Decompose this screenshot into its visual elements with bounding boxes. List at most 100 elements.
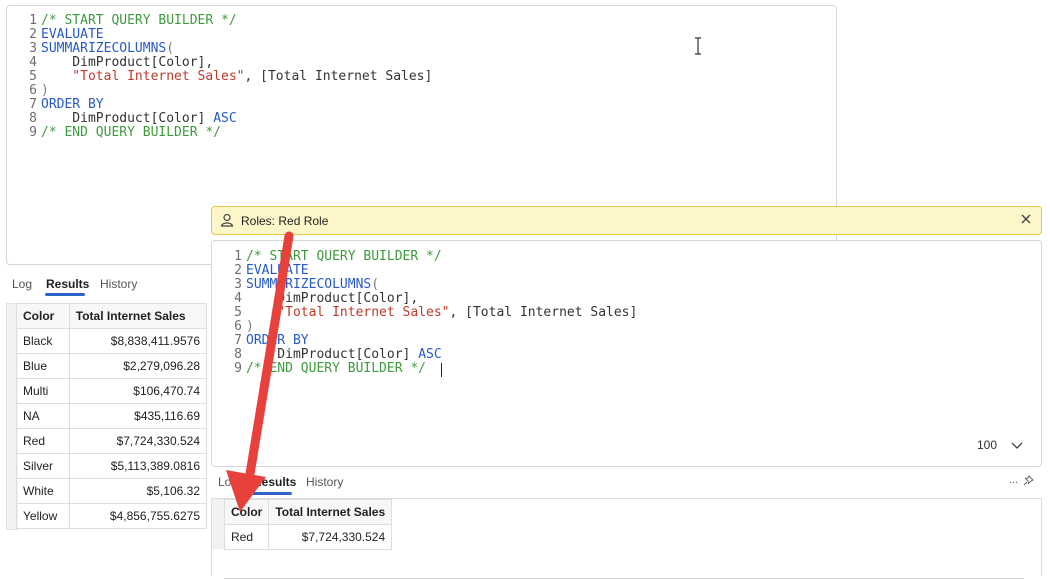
code-token: EVALUATE (41, 27, 104, 42)
code-line[interactable]: 9 /* END QUERY BUILDER */ (212, 362, 637, 376)
cell-total-internet-sales[interactable]: $4,856,755.6275 (68, 503, 208, 529)
code-token: "Total Internet Sales" (246, 305, 450, 320)
code-line[interactable]: 9 /* END QUERY BUILDER */ (7, 126, 432, 140)
zoom-level[interactable]: 100 (977, 438, 997, 452)
role-banner: Roles: Red Role (211, 206, 1042, 235)
cell-color[interactable]: Blue (16, 353, 70, 379)
cell-color[interactable]: Silver (16, 453, 70, 479)
code-line[interactable]: 7 ORDER BY (212, 334, 637, 348)
code-line[interactable]: 5 "Total Internet Sales", [Total Interne… (212, 306, 637, 320)
cell-color[interactable]: White (16, 478, 70, 504)
table-row[interactable]: Black $8,838,411.9576 (16, 328, 208, 354)
line-number: 8 (29, 111, 37, 126)
i-beam-cursor-icon (695, 37, 701, 55)
table-row[interactable]: Yellow $4,856,755.6275 (16, 503, 208, 529)
code-token: ( (371, 277, 380, 292)
line-number: 6 (234, 319, 242, 334)
close-icon[interactable] (1019, 212, 1033, 226)
role-banner-label: Roles: Red Role (241, 214, 329, 228)
table-header-row: Color Total Internet Sales (16, 303, 208, 329)
code-line[interactable]: 7 ORDER BY (7, 98, 432, 112)
foreground-query-editor[interactable]: 1 /* START QUERY BUILDER */ 2 EVALUATE 3 SUMM… (211, 240, 1042, 467)
table-row[interactable]: Red $7,724,330.524 (16, 428, 208, 454)
foreground-code-lines[interactable]: 1 /* START QUERY BUILDER */ 2 EVALUATE 3 SUMM… (212, 250, 637, 376)
cell-total-internet-sales[interactable]: $5,113,389.0816 (68, 453, 208, 479)
cell-total-internet-sales[interactable]: $2,279,096.28 (68, 353, 208, 379)
code-line[interactable]: 2 EVALUATE (7, 28, 432, 42)
code-line[interactable]: 3 SUMMARIZECOLUMNS( (212, 278, 637, 292)
code-line[interactable]: 8 DimProduct[Color] ASC (7, 112, 432, 126)
person-icon (220, 213, 234, 227)
table-row[interactable]: NA $435,116.69 (16, 403, 208, 429)
ellipsis-icon[interactable]: ... (1009, 474, 1018, 486)
line-number: 5 (29, 69, 37, 84)
cell-total-internet-sales[interactable]: $5,106.32 (68, 478, 208, 504)
cell-total-internet-sales[interactable]: $435,116.69 (68, 403, 208, 429)
tab-results[interactable]: Results (253, 475, 296, 489)
code-line[interactable]: 8 DimProduct[Color] ASC (212, 348, 637, 362)
tab-history[interactable]: History (100, 277, 137, 291)
cell-total-internet-sales[interactable]: $7,724,330.524 (68, 428, 208, 454)
code-token: ORDER BY (41, 97, 104, 112)
line-number: 5 (234, 305, 242, 320)
code-line[interactable]: 6) (7, 84, 432, 98)
code-token: DimProduct[Color] (246, 347, 419, 362)
table-row[interactable]: Red $7,724,330.524 (223, 524, 393, 550)
code-token: /* END QUERY BUILDER */ (41, 125, 222, 140)
line-number: 7 (234, 333, 242, 348)
code-line[interactable]: 1 /* START QUERY BUILDER */ (7, 14, 432, 28)
text-caret (441, 363, 442, 377)
code-token: /* END QUERY BUILDER */ (246, 361, 427, 376)
code-line[interactable]: 1 /* START QUERY BUILDER */ (212, 250, 637, 264)
cell-color[interactable]: Red (16, 428, 70, 454)
column-header[interactable]: Total Internet Sales (68, 303, 208, 329)
code-token: DimProduct[Color], (41, 55, 214, 70)
code-token: ASC (418, 347, 442, 362)
code-line[interactable]: 3 SUMMARIZECOLUMNS( (7, 42, 432, 56)
tab-results[interactable]: Results (46, 277, 89, 291)
background-results-tabs: Log Results History (12, 277, 212, 297)
tab-history[interactable]: History (306, 475, 343, 489)
foreground-grid-area: Color Total Internet Sales Red $7,724,330.… (211, 498, 1042, 579)
code-line[interactable]: 2 EVALUATE (212, 264, 637, 278)
column-header[interactable]: Total Internet Sales (268, 499, 393, 525)
pin-icon[interactable] (1023, 475, 1034, 486)
chevron-down-icon[interactable] (1011, 440, 1023, 450)
cell-color[interactable]: Yellow (16, 503, 70, 529)
cell-total-internet-sales[interactable]: $106,470.74 (68, 378, 208, 404)
cell-color[interactable]: Black (16, 328, 70, 354)
line-number: 4 (234, 291, 242, 306)
code-token: DimProduct[Color] (41, 111, 214, 126)
code-token: , [Total Internet Sales] (244, 69, 433, 84)
code-line[interactable]: 6) (212, 320, 637, 334)
table-row[interactable]: Silver $5,113,389.0816 (16, 453, 208, 479)
code-token: , [Total Internet Sales] (449, 305, 638, 320)
code-line[interactable]: 4 DimProduct[Color], (7, 56, 432, 70)
background-results-table: Color Total Internet Sales Black $8,838,41… (16, 303, 208, 529)
cell-total-internet-sales[interactable]: $8,838,411.9576 (68, 328, 208, 354)
cell-color[interactable]: NA (16, 403, 70, 429)
code-token: EVALUATE (246, 263, 309, 278)
table-row[interactable]: Blue $2,279,096.28 (16, 353, 208, 379)
code-line[interactable]: 4 DimProduct[Color], (212, 292, 637, 306)
column-header[interactable]: Color (16, 303, 70, 329)
tab-log[interactable]: Log (12, 277, 32, 291)
cell-color[interactable]: Red (223, 524, 270, 550)
code-token: "Total Internet Sales" (41, 69, 245, 84)
table-row[interactable]: White $5,106.32 (16, 478, 208, 504)
tab-results-underline (252, 492, 292, 495)
code-token: SUMMARIZECOLUMNS (246, 277, 372, 292)
code-token: ASC (213, 111, 237, 126)
tab-log[interactable]: Log (218, 475, 238, 489)
foreground-results-tabs: Log Results History (218, 475, 418, 495)
cell-color[interactable]: Multi (16, 378, 70, 404)
code-token: /* START QUERY BUILDER */ (246, 249, 442, 264)
background-code-lines[interactable]: 1 /* START QUERY BUILDER */ 2 EVALUATE 3 SUMM… (7, 14, 432, 140)
cell-total-internet-sales[interactable]: $7,724,330.524 (268, 524, 393, 550)
code-token: SUMMARIZECOLUMNS (41, 41, 167, 56)
line-number: 9 (29, 125, 37, 140)
line-number: 2 (234, 263, 242, 278)
column-header[interactable]: Color (223, 499, 270, 525)
code-line[interactable]: 5 "Total Internet Sales", [Total Interne… (7, 70, 432, 84)
table-row[interactable]: Multi $106,470.74 (16, 378, 208, 404)
